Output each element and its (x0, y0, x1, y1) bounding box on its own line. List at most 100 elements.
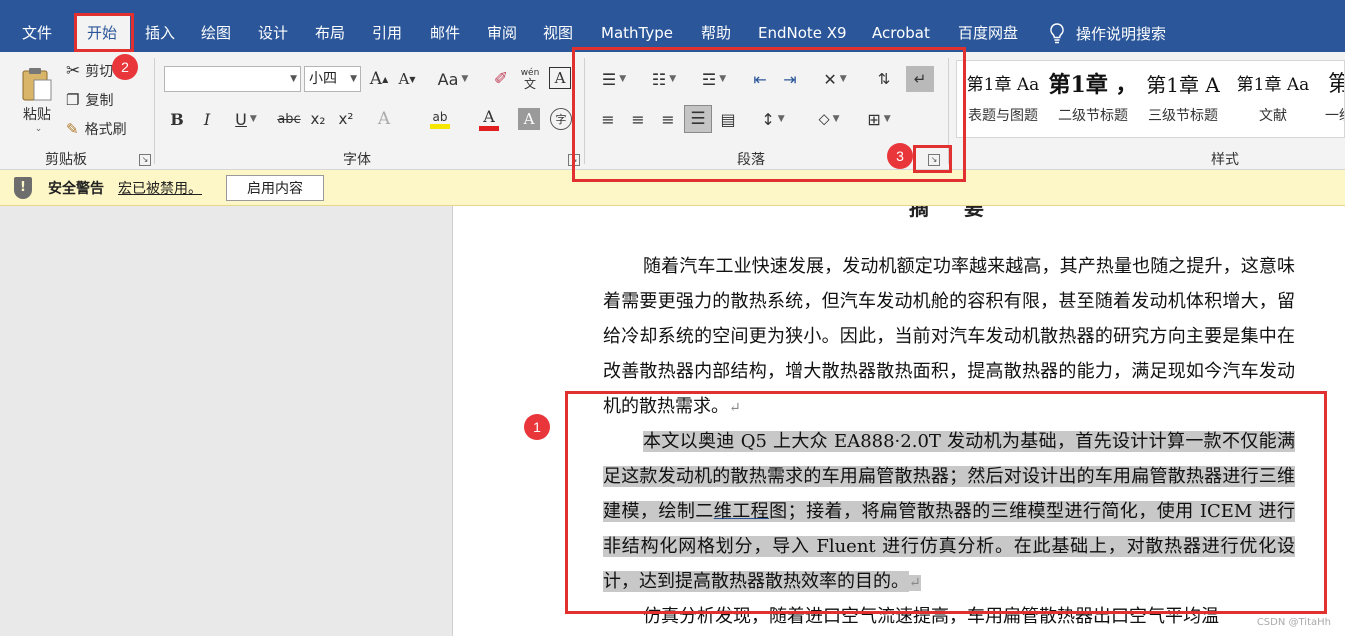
char-shading-icon[interactable]: A (518, 108, 540, 130)
tab-layout[interactable]: 布局 (315, 0, 345, 52)
align-center-icon[interactable]: ≡ (626, 108, 650, 130)
styles-group-label: 样式 (1211, 152, 1239, 168)
tab-design[interactable]: 设计 (258, 0, 288, 52)
tab-mailings[interactable]: 邮件 (430, 0, 460, 52)
ribbon: 粘贴 ⌄ ✂ 剪切 ❐ 复制 ✎ 格式刷 剪贴板 ↘ ▼ 小四 ▼ A ▲ A ▼ … (0, 52, 1345, 170)
sort-icon[interactable]: ⇅ (872, 68, 896, 90)
change-case-icon[interactable]: Aa ▼ (434, 68, 472, 90)
chevron-down-icon: ▼ (290, 74, 297, 84)
chevron-down-icon: ▼ (350, 74, 357, 84)
bullets-icon[interactable]: ☰ ▼ (594, 68, 634, 90)
annotation-badge-3: 3 (887, 143, 913, 169)
tab-acrobat[interactable]: Acrobat (872, 0, 930, 52)
tell-me-search[interactable]: 操作说明搜索 (1048, 0, 1166, 52)
font-group-label: 字体 (343, 152, 371, 168)
tab-help[interactable]: 帮助 (701, 0, 731, 52)
justify-icon[interactable]: ☰ (684, 105, 712, 133)
tell-me-label: 操作说明搜索 (1076, 24, 1167, 43)
highlight-button[interactable]: ab (420, 106, 460, 132)
line-spacing-icon[interactable]: ↕ ▼ (752, 108, 794, 130)
char-border-icon[interactable]: A (549, 67, 571, 89)
group-divider (154, 58, 155, 164)
superscript-button[interactable]: x² (334, 108, 358, 130)
clipboard-icon (22, 68, 52, 101)
clipboard-launcher-icon[interactable]: ↘ (139, 154, 151, 166)
styles-gallery: 第1章 Aa 表题与图题 第1章 ， 二级节标题 第1章 A 三级节标题 第1章… (956, 60, 1345, 138)
style-item[interactable]: 第1章 Aa 文献 (1231, 61, 1315, 131)
paragraph-3[interactable]: 仿真分析发现，随着进口空气流速提高，车用扁管散热器出口空气平均温 (603, 599, 1295, 634)
bold-button[interactable]: B (166, 108, 188, 130)
paragraph-1[interactable]: 随着汽车工业快速发展，发动机额定功率越来越高，其产热量也随之提升，这意味着需要更… (603, 249, 1295, 426)
group-divider (948, 58, 949, 164)
strikethrough-button[interactable]: abc (274, 108, 304, 130)
numbering-icon[interactable]: ☷ ▼ (644, 68, 684, 90)
grow-font-icon[interactable]: A ▲ (368, 68, 390, 90)
shrink-font-icon[interactable]: A ▼ (396, 68, 418, 90)
tab-endnote[interactable]: EndNote X9 (758, 0, 847, 52)
format-painter-label: 格式刷 (84, 122, 127, 138)
abstract-heading: 摘 要 (909, 206, 998, 220)
clear-format-icon[interactable]: ✐ (490, 68, 512, 90)
paintbrush-icon: ✎ (66, 120, 79, 138)
font-size-combo[interactable]: 小四 ▼ (304, 66, 361, 92)
copy-label: 复制 (85, 93, 114, 109)
font-launcher-icon[interactable]: ↘ (568, 154, 580, 166)
cut-button[interactable]: ✂ 剪切 (66, 60, 113, 82)
font-size-value: 小四 (309, 71, 337, 87)
show-marks-icon[interactable]: ↵ (906, 66, 934, 92)
tab-mathtype[interactable]: MathType (601, 0, 673, 52)
document-page[interactable]: 摘 要 随着汽车工业快速发展，发动机额定功率越来越高，其产热量也随之提升，这意味… (454, 206, 1345, 636)
tab-draw[interactable]: 绘图 (201, 0, 231, 52)
align-right-icon[interactable]: ≡ (656, 108, 680, 130)
align-left-icon[interactable]: ≡ (596, 108, 620, 130)
paragraph-launcher-icon[interactable]: ↘ (928, 154, 940, 166)
font-name-combo[interactable]: ▼ (164, 66, 301, 92)
style-item[interactable]: 第1章 ， 二级节标题 (1049, 61, 1138, 131)
warning-shield-icon: ! (14, 176, 32, 199)
watermark: CSDN @TitaHh (1256, 617, 1331, 628)
tab-references[interactable]: 引用 (372, 0, 402, 52)
paste-button[interactable]: 粘贴 ⌄ (14, 60, 60, 140)
macro-disabled-link[interactable]: 宏已被禁用。 (118, 178, 202, 198)
text-effects-icon[interactable]: A (372, 108, 396, 130)
font-color-button[interactable]: A (468, 106, 510, 132)
format-painter-button[interactable]: ✎ 格式刷 (66, 118, 127, 140)
paragraph-mark-icon: ↵ (729, 400, 741, 416)
decrease-indent-icon[interactable]: ⇤ (748, 68, 772, 90)
shading-icon[interactable]: ⬦ ▼ (808, 108, 850, 130)
chevron-down-icon: ⌄ (34, 124, 43, 134)
menu-bar: 文件 开始 插入 绘图 设计 布局 引用 邮件 审阅 视图 MathType 帮… (0, 0, 1345, 52)
asian-layout-icon[interactable]: ✕ ▼ (814, 68, 856, 90)
annotation-badge-1: 1 (524, 414, 550, 440)
subscript-button[interactable]: x₂ (306, 108, 330, 130)
tab-file[interactable]: 文件 (22, 0, 52, 52)
security-title: 安全警告 (48, 180, 104, 197)
scissors-icon: ✂ (66, 61, 81, 81)
annotation-badge-2: 2 (112, 54, 138, 80)
tab-view[interactable]: 视图 (543, 0, 573, 52)
tab-home[interactable]: 开始 (74, 14, 131, 52)
security-warning-bar: ! 安全警告 宏已被禁用。 启用内容 (0, 170, 1345, 206)
spelling-underline: 维工程 (713, 501, 770, 522)
clipboard-group-label: 剪贴板 (45, 152, 87, 168)
distribute-icon[interactable]: ▤ (716, 108, 740, 130)
paragraph-2-selected[interactable]: 本文以奥迪 Q5 上大众 EA888·2.0T 发动机为基础，首先设计计算一款不… (603, 424, 1296, 601)
increase-indent-icon[interactable]: ⇥ (778, 68, 802, 90)
multilevel-list-icon[interactable]: ☲ ▼ (694, 68, 734, 90)
tab-baidu[interactable]: 百度网盘 (958, 0, 1018, 52)
tab-insert[interactable]: 插入 (145, 0, 175, 52)
enable-content-button[interactable]: 启用内容 (226, 174, 324, 201)
underline-button[interactable]: U ▼ (226, 108, 266, 130)
cut-label: 剪切 (85, 64, 114, 80)
borders-icon[interactable]: ⊞ ▼ (858, 108, 900, 130)
style-item[interactable]: 第 一级 (1319, 61, 1344, 131)
phonetic-guide-icon[interactable]: wén 文 (518, 66, 542, 92)
style-item[interactable]: 第1章 Aa 表题与图题 (963, 61, 1043, 131)
copy-button[interactable]: ❐ 复制 (66, 89, 113, 111)
tab-review[interactable]: 审阅 (487, 0, 517, 52)
enclose-chars-icon[interactable]: 字 (550, 108, 572, 130)
italic-button[interactable]: I (196, 108, 218, 130)
paragraph-mark-icon: ↵ (909, 575, 921, 591)
style-item[interactable]: 第1章 A 三级节标题 (1141, 61, 1225, 131)
group-divider (584, 58, 585, 164)
